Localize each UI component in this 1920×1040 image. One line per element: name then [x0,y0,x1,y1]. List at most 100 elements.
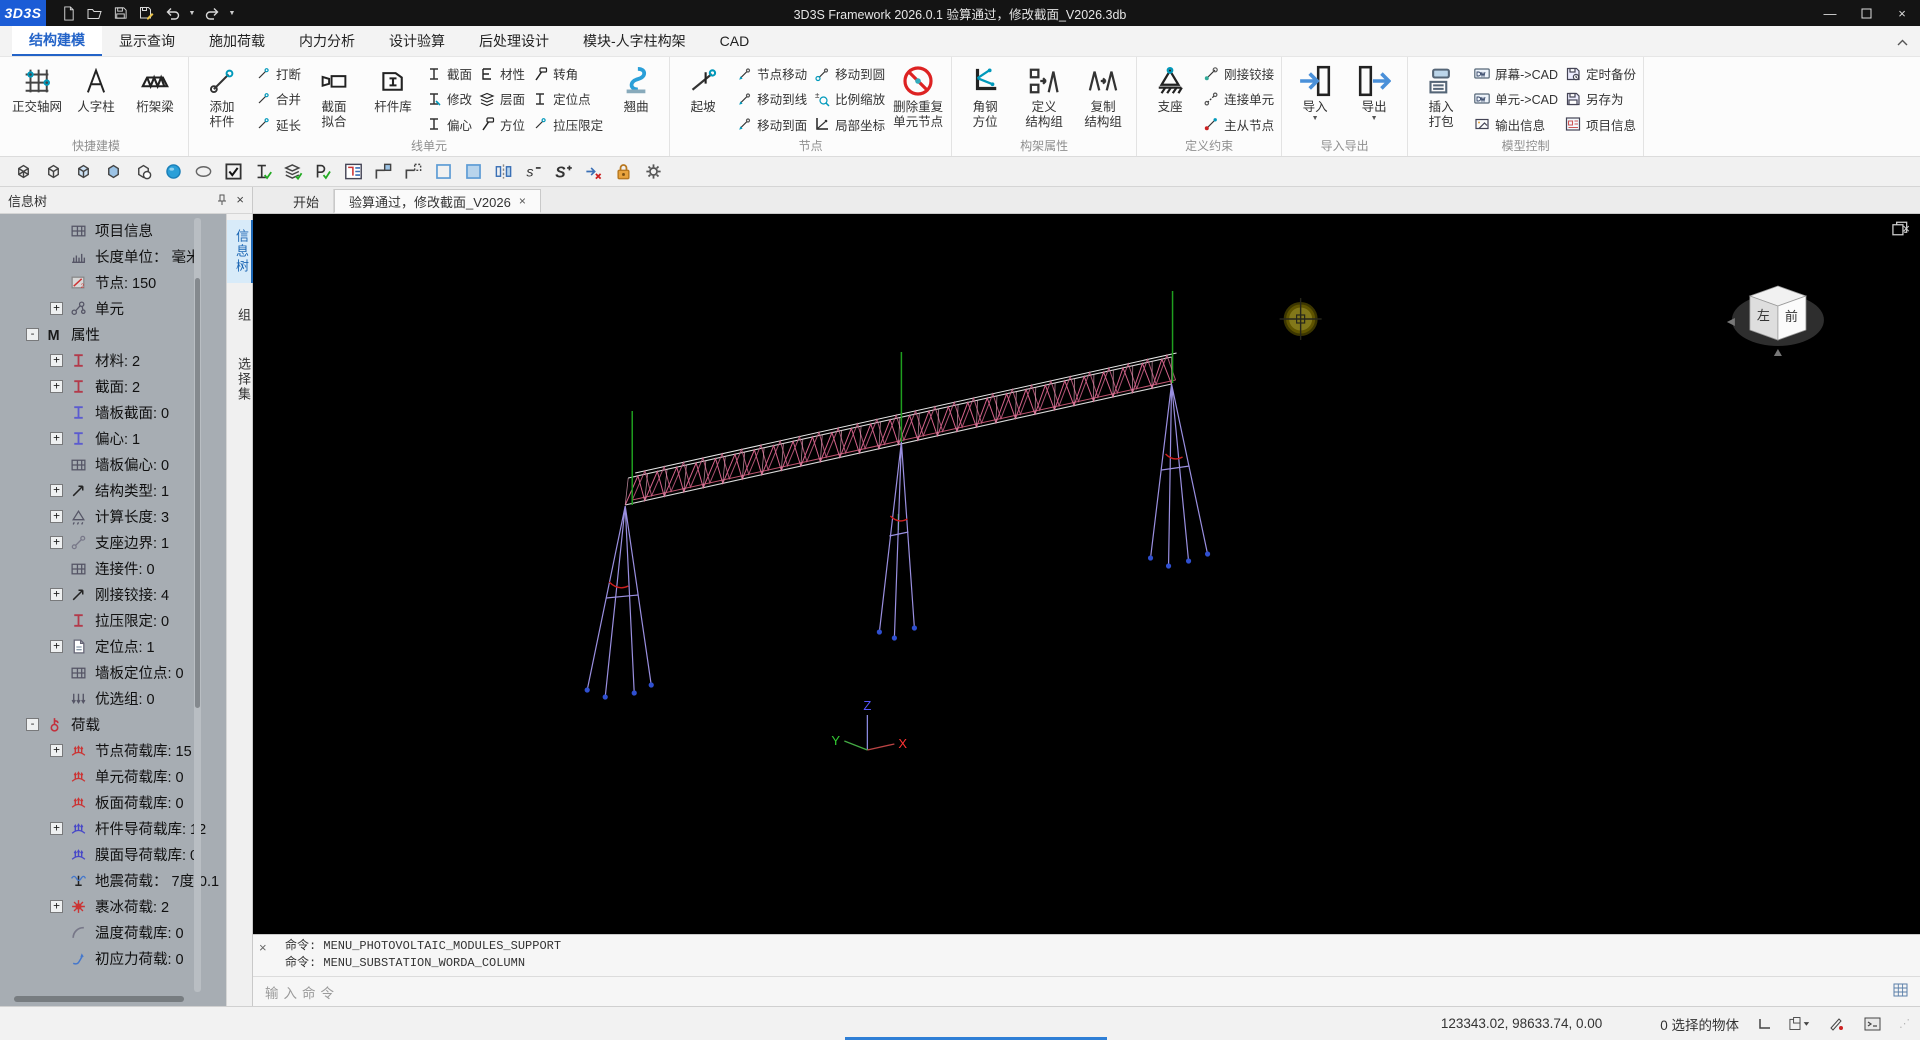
ribbon-button[interactable]: 正交轴网 [9,59,65,139]
ribbon-button[interactable]: 复制 结构组 [1075,59,1131,139]
open-file-icon[interactable] [82,2,106,24]
tree-horizontal-scrollbar[interactable] [14,996,184,1002]
tree-expander-icon[interactable]: + [50,900,63,913]
gear-icon[interactable] [640,160,666,184]
s-minus-icon[interactable]: s [520,160,546,184]
ribbon-button[interactable]: 主从节点 [1203,112,1274,136]
tree-item[interactable]: 膜面导荷载库: 0 [0,841,226,867]
mirror-icon[interactable] [490,160,516,184]
tree-item[interactable]: -M属性 [0,321,226,347]
cube-circle-icon[interactable] [130,160,156,184]
ellipse-icon[interactable] [190,160,216,184]
tree-item[interactable]: 初应力荷载: 0 [0,945,226,971]
p-check-icon[interactable] [310,160,336,184]
ribbon-button[interactable]: 添加 杆件 [194,59,250,139]
ribbon-button[interactable]: 连接单元 [1203,87,1274,111]
cube-shade-icon[interactable] [70,160,96,184]
ribbon-button[interactable]: 单元->CAD [1474,87,1558,111]
tree-expander-icon[interactable]: + [50,432,63,445]
ribbon-button[interactable]: 另存为 [1565,87,1636,111]
resize-grip[interactable]: ⋰ [1899,1017,1910,1030]
ribbon-button[interactable]: 移动到圆 [814,62,885,86]
ribbon-button[interactable]: 层面 [479,87,525,111]
close-button[interactable]: × [1884,0,1920,26]
tree-expander-icon[interactable]: + [50,588,63,601]
ribbon-button[interactable]: 打断 [255,62,301,86]
ribbon-button[interactable]: 插入 打包 [1413,59,1469,139]
save-icon[interactable] [108,2,132,24]
tree-item[interactable]: 墙板偏心: 0 [0,451,226,477]
new-file-icon[interactable] [56,2,80,24]
ribbon-button[interactable]: 偏心 [426,112,472,136]
tree-item[interactable]: 地震荷载： 7度(0.1 [0,867,226,893]
ribbon-button[interactable]: 导出▼ [1346,59,1402,139]
ibeam-check-icon[interactable] [250,160,276,184]
ribbon-button[interactable]: 拉压限定 [532,112,603,136]
tree-item[interactable]: +截面: 2 [0,373,226,399]
app-logo[interactable]: 3D3S [0,0,46,26]
ribbon-button[interactable]: 起坡 [675,59,731,139]
tree-item[interactable]: +裹冰荷载: 2 [0,893,226,919]
ribbon-button[interactable]: 局部坐标 [814,112,885,136]
tree-expander-icon[interactable]: + [50,640,63,653]
undo-dropdown-icon[interactable]: ▼ [186,10,198,17]
corner-dash-icon[interactable] [400,160,426,184]
ribbon-button[interactable]: 定义 结构组 [1016,59,1072,139]
menu-tab-1[interactable]: 结构建模 [12,26,102,56]
ribbon-button[interactable]: 定时备份 [1565,62,1636,86]
tree-item[interactable]: +刚接铰接: 4 [0,581,226,607]
tree-expander-icon[interactable]: + [50,354,63,367]
ribbon-button[interactable]: 延长 [255,112,301,136]
tree-item[interactable]: 温度荷载库: 0 [0,919,226,945]
menu-tab-3[interactable]: 施加荷载 [192,26,282,56]
command-input[interactable]: 输入命令 [253,976,1920,1006]
grid-toggle-icon[interactable] [1893,983,1908,1000]
tree-expander-icon[interactable]: + [50,536,63,549]
square-outline-icon[interactable] [430,160,456,184]
tree-item[interactable]: 2节点: 150 [0,269,226,295]
ribbon-button[interactable]: 屏幕->CAD [1474,62,1558,86]
tree-expander-icon[interactable]: - [26,328,39,341]
ribbon-button[interactable]: 支座 [1142,59,1198,139]
ribbon-button[interactable]: 角钢 方位 [957,59,1013,139]
pe-panel-icon[interactable] [340,160,366,184]
ribbon-button[interactable]: ±比例缩放 [814,87,885,111]
ribbon-button[interactable]: 人字柱 [68,59,124,139]
tree-item[interactable]: -荷载 [0,711,226,737]
save-as-icon[interactable] [134,2,158,24]
checkbox-icon[interactable] [220,160,246,184]
viewport-layout-icon[interactable] [1789,1014,1811,1034]
panel-close-icon[interactable]: × [236,194,244,206]
ribbon-button[interactable]: 修改 [426,87,472,111]
ribbon-button[interactable]: 移动到线 [736,87,807,111]
tree-expander-icon[interactable]: + [50,484,63,497]
tree-expander-icon[interactable]: + [50,302,63,315]
viewport-3d[interactable]: × [253,214,1920,934]
tree-expander-icon[interactable]: + [50,744,63,757]
ribbon-button[interactable]: 转角 [532,62,603,86]
dropdown-caret-icon[interactable]: ▼ [1371,115,1378,123]
pin-icon[interactable] [216,194,228,206]
menu-tab-2[interactable]: 显示查询 [102,26,192,56]
sphere-icon[interactable] [160,160,186,184]
redo-icon[interactable] [200,2,224,24]
undo-icon[interactable] [160,2,184,24]
tree-item[interactable]: +材料: 2 [0,347,226,373]
tree-item[interactable]: 拉压限定: 0 [0,607,226,633]
tab-close-icon[interactable]: × [519,194,526,208]
ribbon-button[interactable]: 导入▼ [1287,59,1343,139]
ucs-corner-icon[interactable] [1753,1014,1775,1034]
lock-icon[interactable] [610,160,636,184]
layers-check-icon[interactable] [280,160,306,184]
s-plus-icon[interactable]: S [550,160,576,184]
document-tab-2[interactable]: 验算通过，修改截面_V2026× [334,189,541,213]
cube-solid-icon[interactable] [100,160,126,184]
ribbon-button[interactable]: 桁架梁 [127,59,183,139]
tree-item[interactable]: +支座边界: 1 [0,529,226,555]
dropdown-caret-icon[interactable]: ▼ [1312,115,1319,123]
menu-tab-5[interactable]: 设计验算 [372,26,462,56]
redo-dropdown-icon[interactable]: ▼ [226,10,238,17]
ribbon-button[interactable]: 杆件库 [365,59,421,139]
tree-item[interactable]: 优选组: 0 [0,685,226,711]
panel-tab-2[interactable]: 组 [227,299,253,332]
